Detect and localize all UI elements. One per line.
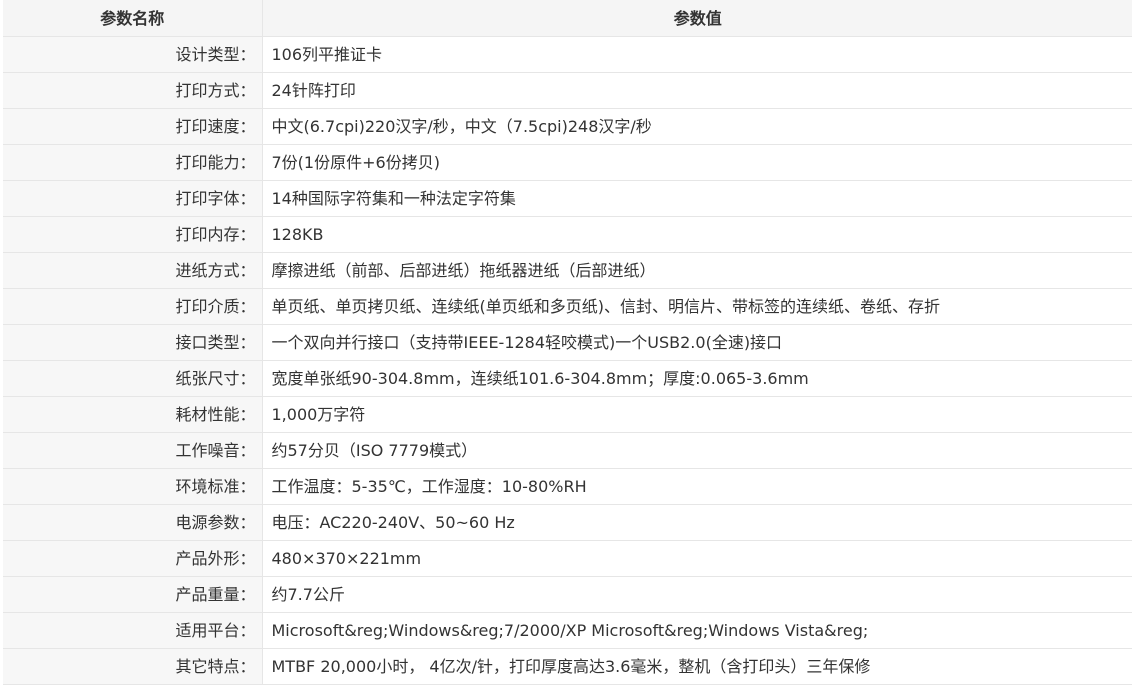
param-name-cell: 打印方式：	[3, 72, 263, 109]
param-name-cell: 打印字体：	[3, 180, 263, 217]
table-row: 打印字体： 14种国际字符集和一种法定字符集	[3, 180, 1132, 217]
param-name-header: 参数名称	[3, 0, 263, 37]
param-value-header: 参数值	[262, 0, 1132, 37]
table-row: 耗材性能： 1,000万字符	[3, 396, 1132, 433]
table-row: 产品重量： 约7.7公斤	[3, 576, 1132, 613]
spec-table: 参数名称 参数值 设计类型： 106列平推证卡 打印方式： 24针阵打印 打印速度： 中文…	[3, 0, 1132, 685]
param-name-cell: 接口类型：	[3, 324, 263, 361]
param-name-cell: 打印能力：	[3, 144, 263, 181]
spec-table-body: 设计类型： 106列平推证卡 打印方式： 24针阵打印 打印速度： 中文(6.7cpi)2…	[3, 36, 1132, 685]
param-name-cell: 耗材性能：	[3, 396, 263, 433]
param-value-cell: 14种国际字符集和一种法定字符集	[262, 180, 1132, 217]
table-row: 打印速度： 中文(6.7cpi)220汉字/秒，中文（7.5cpi)248汉字/秒	[3, 108, 1132, 145]
param-name-cell: 适用平台：	[3, 612, 263, 649]
param-value-cell: 工作温度：5-35℃，工作湿度：10-80%RH	[262, 468, 1132, 505]
param-value-cell: 约57分贝（ISO 7779模式）	[262, 432, 1132, 469]
param-value-cell: MTBF 20,000小时， 4亿次/针，打印厚度高达3.6毫米，整机（含打印头…	[262, 648, 1132, 685]
header-row: 参数名称 参数值	[3, 0, 1132, 37]
param-value-cell: 电压：AC220-240V、50~60 Hz	[262, 504, 1132, 541]
spec-table-header: 参数名称 参数值	[3, 0, 1132, 37]
param-value-cell: 摩擦进纸（前部、后部进纸）拖纸器进纸（后部进纸）	[262, 252, 1132, 289]
table-row: 设计类型： 106列平推证卡	[3, 36, 1132, 73]
param-value-cell: 480×370×221mm	[262, 540, 1132, 577]
table-row: 接口类型： 一个双向并行接口（支持带IEEE-1284轻咬模式)一个USB2.0(…	[3, 324, 1132, 361]
param-name-cell: 其它特点：	[3, 648, 263, 685]
param-value-cell: 中文(6.7cpi)220汉字/秒，中文（7.5cpi)248汉字/秒	[262, 108, 1132, 145]
param-value-cell: 单页纸、单页拷贝纸、连续纸(单页纸和多页纸)、信封、明信片、带标签的连续纸、卷纸…	[262, 288, 1132, 325]
param-name-cell: 纸张尺寸：	[3, 360, 263, 397]
param-name-cell: 打印介质：	[3, 288, 263, 325]
table-row: 适用平台： Microsoft&reg;Windows&reg;7/2000/XP…	[3, 612, 1132, 649]
param-value-cell: 24针阵打印	[262, 72, 1132, 109]
table-row: 进纸方式： 摩擦进纸（前部、后部进纸）拖纸器进纸（后部进纸）	[3, 252, 1132, 289]
table-row: 电源参数： 电压：AC220-240V、50~60 Hz	[3, 504, 1132, 541]
param-value-cell: 128KB	[262, 216, 1132, 253]
param-value-cell: 一个双向并行接口（支持带IEEE-1284轻咬模式)一个USB2.0(全速)接口	[262, 324, 1132, 361]
table-row: 纸张尺寸： 宽度单张纸90-304.8mm，连续纸101.6-304.8mm；厚度…	[3, 360, 1132, 397]
table-row: 环境标准： 工作温度：5-35℃，工作湿度：10-80%RH	[3, 468, 1132, 505]
table-row: 工作噪音： 约57分贝（ISO 7779模式）	[3, 432, 1132, 469]
table-row: 打印介质： 单页纸、单页拷贝纸、连续纸(单页纸和多页纸)、信封、明信片、带标签的连…	[3, 288, 1132, 325]
param-value-cell: 7份(1份原件+6份拷贝)	[262, 144, 1132, 181]
param-name-cell: 设计类型：	[3, 36, 263, 73]
param-name-cell: 工作噪音：	[3, 432, 263, 469]
table-row: 打印能力： 7份(1份原件+6份拷贝)	[3, 144, 1132, 181]
param-name-cell: 电源参数：	[3, 504, 263, 541]
table-row: 打印内存： 128KB	[3, 216, 1132, 253]
param-value-cell: Microsoft&reg;Windows&reg;7/2000/XP Micr…	[262, 612, 1132, 649]
param-name-cell: 进纸方式：	[3, 252, 263, 289]
param-name-cell: 打印速度：	[3, 108, 263, 145]
param-value-cell: 1,000万字符	[262, 396, 1132, 433]
table-row: 打印方式： 24针阵打印	[3, 72, 1132, 109]
param-name-cell: 产品重量：	[3, 576, 263, 613]
table-row: 其它特点： MTBF 20,000小时， 4亿次/针，打印厚度高达3.6毫米，整机…	[3, 648, 1132, 685]
table-row: 产品外形： 480×370×221mm	[3, 540, 1132, 577]
param-value-cell: 约7.7公斤	[262, 576, 1132, 613]
param-name-cell: 环境标准：	[3, 468, 263, 505]
param-name-cell: 产品外形：	[3, 540, 263, 577]
param-value-cell: 宽度单张纸90-304.8mm，连续纸101.6-304.8mm；厚度:0.06…	[262, 360, 1132, 397]
param-name-cell: 打印内存：	[3, 216, 263, 253]
param-value-cell: 106列平推证卡	[262, 36, 1132, 73]
